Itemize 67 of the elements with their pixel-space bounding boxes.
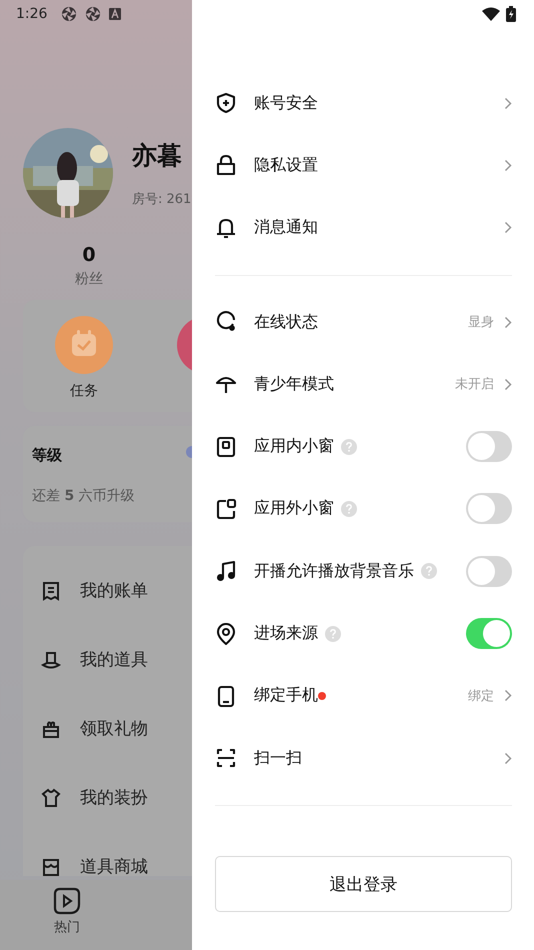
music-icon <box>215 560 237 582</box>
setting-label: 消息通知 <box>254 217 318 238</box>
shirt-icon <box>41 788 61 808</box>
shield-icon <box>215 92 237 114</box>
setting-value: 未开启 <box>455 376 494 394</box>
calendar-check-icon[interactable] <box>55 316 113 374</box>
menu-item[interactable]: 领取礼物 <box>80 717 148 740</box>
status-icon <box>215 311 237 334</box>
toggle-switch[interactable] <box>466 556 512 587</box>
menu-item[interactable]: 我的道具 <box>80 648 148 671</box>
setting-label: 应用内小窗 <box>254 436 334 458</box>
level-title: 等级 <box>32 446 62 465</box>
window-in-icon <box>215 436 237 458</box>
level-progress-text: 还差 5 六币升级 <box>32 487 135 505</box>
task-label[interactable]: 任务 <box>70 382 98 400</box>
lock-icon <box>215 154 237 176</box>
gift-icon <box>41 718 61 738</box>
menu-item[interactable]: 道具商城 <box>80 855 148 878</box>
fans-count: 0 <box>82 244 96 266</box>
wifi-icon <box>482 7 500 21</box>
hat-icon <box>41 650 61 670</box>
setting-label: 隐私设置 <box>254 154 318 176</box>
bill-icon <box>41 580 61 600</box>
setting-label: 绑定手机 <box>254 685 318 706</box>
user-name: 亦暮 <box>132 140 183 172</box>
room-number: 房号: 261 <box>132 190 192 208</box>
bell-icon <box>215 216 237 239</box>
help-icon[interactable] <box>325 626 341 642</box>
logout-button[interactable]: 退出登录 <box>215 856 512 912</box>
window-out-icon <box>215 498 237 520</box>
scan-icon <box>215 747 237 770</box>
help-icon[interactable] <box>421 563 437 580</box>
setting-label: 在线状态 <box>254 312 318 333</box>
app-notification-icon <box>61 6 78 22</box>
help-icon[interactable] <box>341 438 357 455</box>
setting-label: 进场来源 <box>254 623 318 644</box>
setting-label: 账号安全 <box>254 92 318 114</box>
help-icon[interactable] <box>341 500 357 517</box>
chevron-right-icon[interactable] <box>504 96 512 110</box>
setting-value: 绑定 <box>468 688 494 705</box>
setting-label: 应用外小窗 <box>254 498 334 520</box>
battery-icon <box>506 6 516 22</box>
chevron-right-icon[interactable] <box>504 689 512 702</box>
status-time: 1:26 <box>16 6 48 22</box>
toggle-switch[interactable] <box>466 618 512 650</box>
setting-label: 青少年模式 <box>254 374 334 395</box>
level-badge-icon <box>186 446 192 458</box>
chevron-right-icon[interactable] <box>504 316 512 329</box>
fans-label: 粉丝 <box>75 270 103 288</box>
chevron-right-icon[interactable] <box>504 158 512 172</box>
chevron-right-icon[interactable] <box>504 378 512 391</box>
chevron-right-icon[interactable] <box>504 752 512 765</box>
shop-icon <box>41 856 61 876</box>
pin-icon <box>215 622 237 645</box>
menu-item[interactable]: 我的账单 <box>80 579 148 602</box>
setting-value: 显身 <box>468 314 494 332</box>
menu-item[interactable]: 我的装扮 <box>80 786 148 809</box>
app-notification-icon <box>85 6 102 22</box>
nav-label[interactable]: 热门 <box>54 918 80 936</box>
setting-label: 开播允许播放背景音乐 <box>254 560 414 582</box>
chevron-right-icon[interactable] <box>504 221 512 234</box>
keyboard-icon <box>109 8 122 20</box>
setting-label: 扫一扫 <box>254 748 302 769</box>
toggle-switch[interactable] <box>466 431 512 462</box>
play-icon[interactable] <box>52 886 82 916</box>
toggle-switch[interactable] <box>466 493 512 524</box>
phone-icon <box>215 684 237 707</box>
